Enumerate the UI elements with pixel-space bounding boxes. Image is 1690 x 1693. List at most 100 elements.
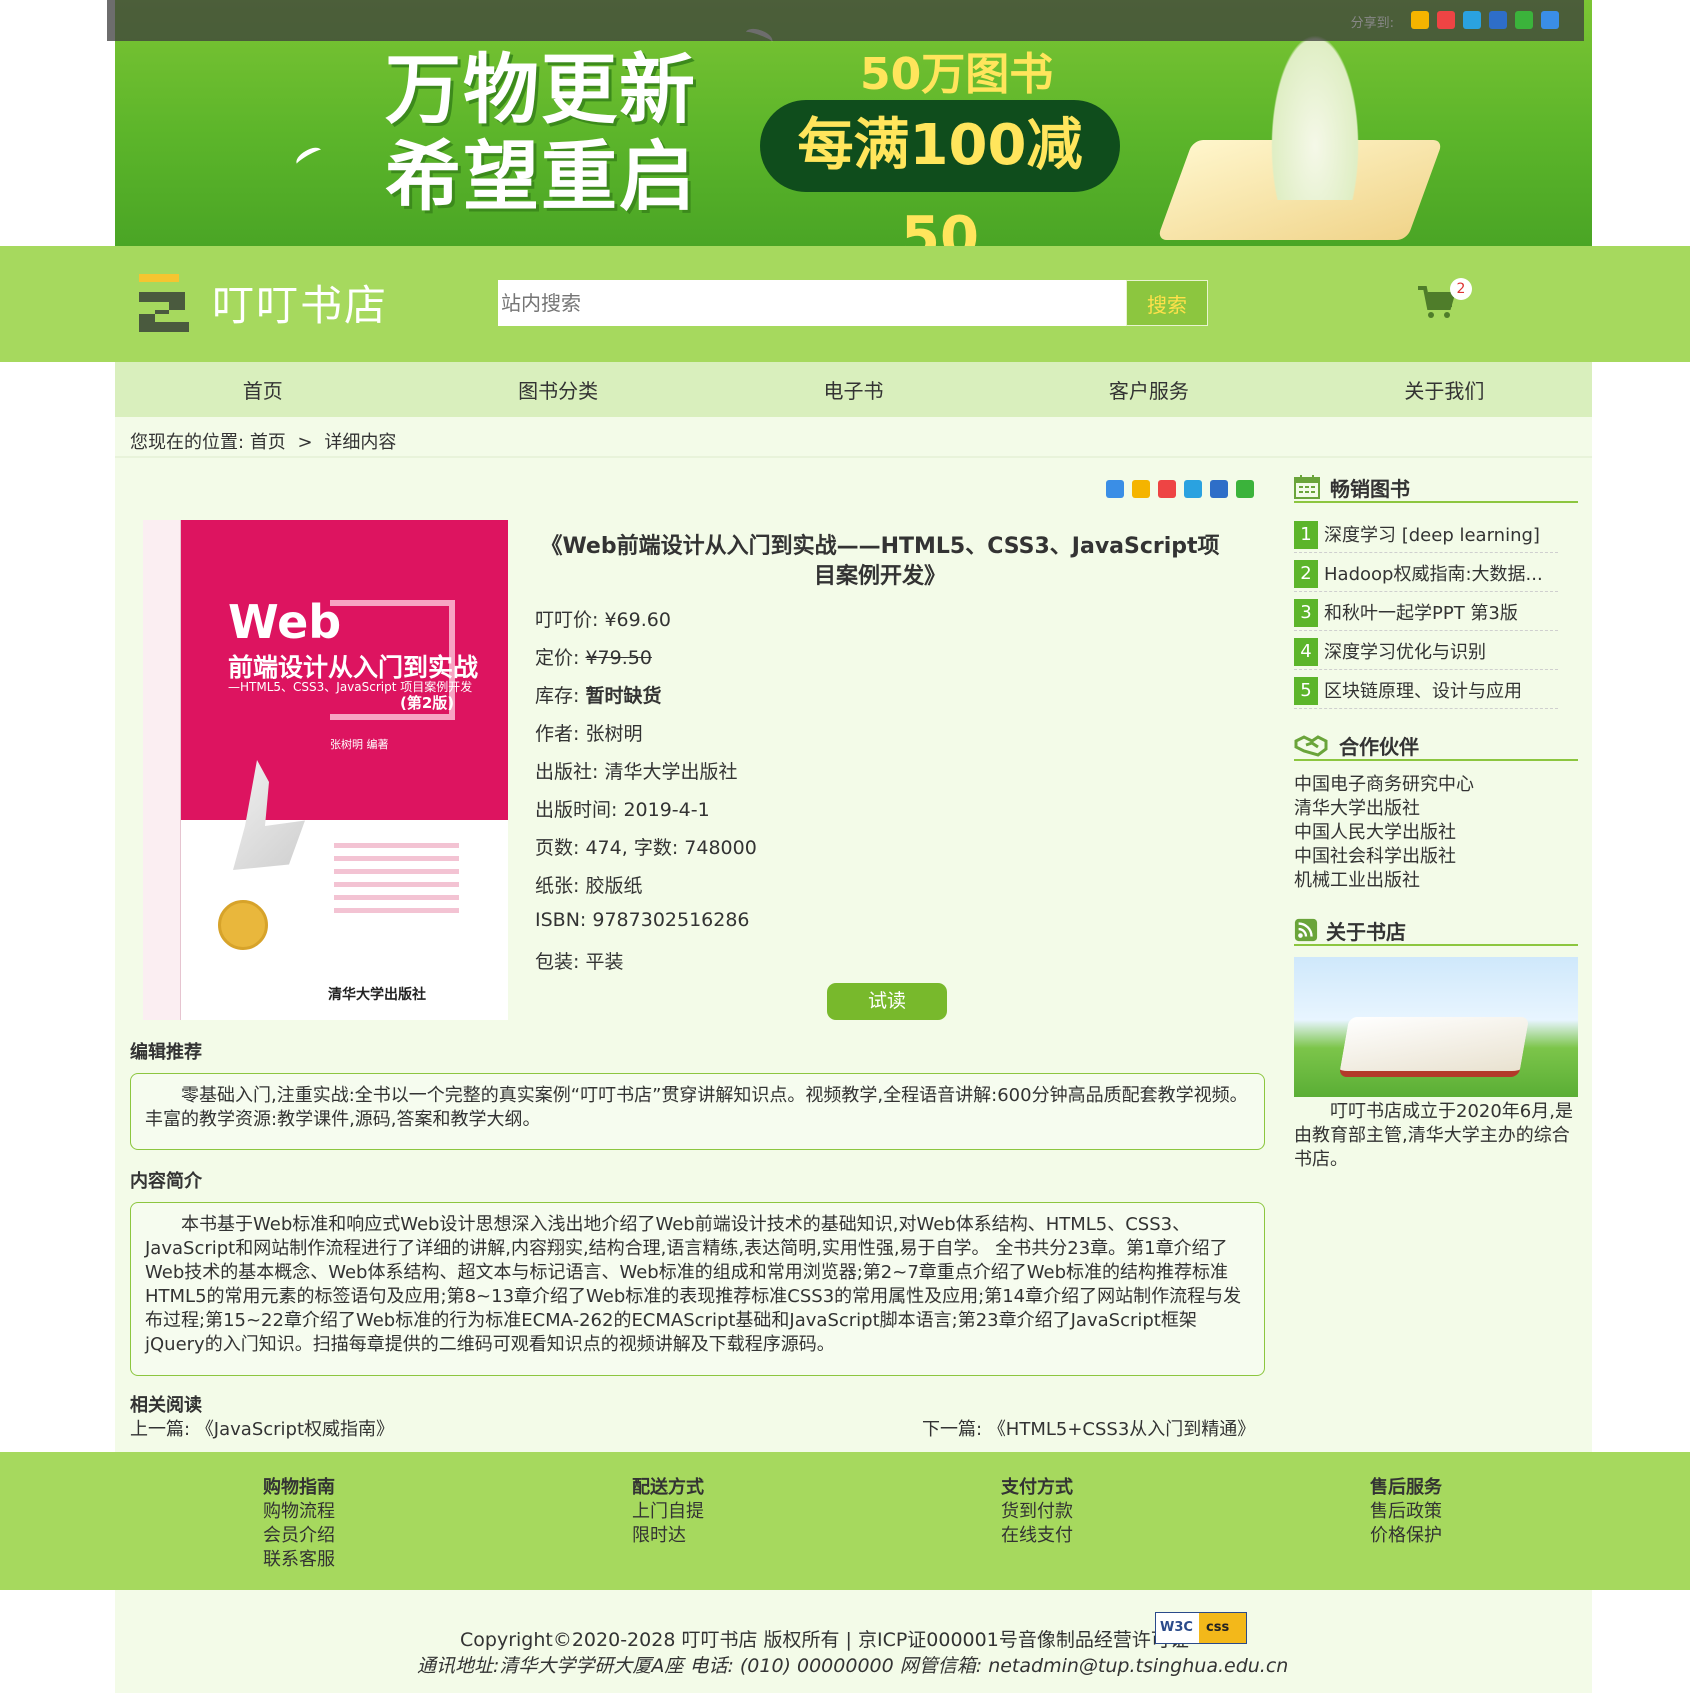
- banner-promo: 每满100减50: [760, 100, 1120, 246]
- logo-icon[interactable]: [135, 270, 193, 336]
- footer-link[interactable]: 价格保护: [1370, 1524, 1442, 1548]
- logo-text[interactable]: 叮叮书店: [212, 272, 388, 333]
- nav-item-service[interactable]: 客户服务: [1001, 362, 1296, 417]
- address-text: 通讯地址:清华大学学研大厦A座 电话: (010) 00000000 网管信箱:…: [417, 1655, 1289, 1677]
- prev-article: 上一篇: 《JavaScript权威指南》: [130, 1415, 394, 1441]
- bestseller-item[interactable]: 2 Hadoop权威指南:大数据...: [1294, 558, 1558, 592]
- banner-title-line2: 希望重启: [385, 132, 697, 221]
- bestsellers-heading: 畅销图书: [1294, 473, 1578, 503]
- footer-link[interactable]: 上门自提: [632, 1500, 704, 1524]
- footer-link[interactable]: 售后政策: [1370, 1500, 1442, 1524]
- about-text: 叮叮书店成立于2020年6月,是由教育部主管,清华大学主办的综合书店。: [1294, 1101, 1573, 1170]
- publisher-label: 出版社:: [535, 761, 599, 783]
- intro-text: 本书基于Web标准和响应式Web设计思想深入浅出地介绍了Web前端设计技术的基础…: [130, 1202, 1265, 1376]
- article-share-icons: [1106, 480, 1254, 498]
- bestseller-title[interactable]: 和秋叶一起学PPT 第3版: [1324, 599, 1518, 625]
- footer-link[interactable]: 在线支付: [1001, 1524, 1073, 1548]
- copyright-text: Copyright©2020-2028 叮叮书店 版权所有 | 京ICP证000…: [460, 1629, 1189, 1651]
- paper-label: 纸张:: [535, 875, 580, 897]
- bestseller-title[interactable]: 深度学习 [deep learning]: [1324, 521, 1540, 547]
- search-input[interactable]: [498, 280, 1126, 326]
- bestseller-item[interactable]: 3 和秋叶一起学PPT 第3版: [1294, 597, 1558, 631]
- book-cover-bullets: [334, 835, 459, 945]
- book-cover-web: Web: [228, 595, 342, 649]
- wechat-share-icon[interactable]: [1515, 11, 1533, 29]
- bird-icon: [293, 143, 325, 171]
- about-heading: 关于书店: [1294, 916, 1578, 946]
- related-heading: 相关阅读: [130, 1395, 202, 1416]
- nav-item-home[interactable]: 首页: [115, 362, 410, 417]
- publisher-row: 出版社: 清华大学出版社: [535, 757, 737, 784]
- footer-link[interactable]: 限时达: [632, 1524, 704, 1548]
- qzone-share-icon[interactable]: [1411, 11, 1429, 29]
- book-cover-spine: [143, 520, 181, 1020]
- bestseller-item[interactable]: 5 区块链原理、设计与应用: [1294, 675, 1558, 709]
- price-row: 叮叮价: ¥69.60: [535, 605, 671, 632]
- nav-item-about[interactable]: 关于我们: [1297, 362, 1592, 417]
- pubdate-row: 出版时间: 2019-4-1: [535, 795, 710, 822]
- qzone-share-icon[interactable]: [1132, 480, 1150, 498]
- paper-value: 胶版纸: [585, 875, 643, 897]
- weibo-share-icon[interactable]: [1158, 480, 1176, 498]
- list-price-label: 定价:: [535, 647, 580, 669]
- isbn-value: 9787302516286: [592, 909, 750, 931]
- next-article: 下一篇: 《HTML5+CSS3从入门到精通》: [922, 1415, 1255, 1441]
- footer-link[interactable]: 会员介绍: [263, 1524, 335, 1548]
- open-book-image: [1338, 1017, 1530, 1077]
- w3c-css-badge[interactable]: W3C css: [1155, 1612, 1247, 1644]
- stock-label: 库存:: [535, 685, 580, 707]
- bookstore-image: [1294, 957, 1578, 1097]
- book-cover-publisher: 清华大学出版社: [328, 987, 426, 1003]
- calendar-icon: [1294, 475, 1320, 499]
- renren-share-icon[interactable]: [1489, 11, 1507, 29]
- publisher-value: 清华大学出版社: [604, 761, 738, 783]
- bestseller-item[interactable]: 4 深度学习优化与识别: [1294, 636, 1558, 670]
- wechat-share-icon[interactable]: [1236, 480, 1254, 498]
- bestseller-title[interactable]: Hadoop权威指南:大数据...: [1324, 560, 1543, 586]
- nav-item-ebooks[interactable]: 电子书: [706, 362, 1001, 417]
- partner-link[interactable]: 中国人民大学出版社: [1294, 821, 1456, 845]
- bestsellers-label: 畅销图书: [1330, 477, 1410, 501]
- footer-column-delivery: 配送方式 上门自提 限时达: [632, 1476, 704, 1548]
- breadcrumb-home[interactable]: 首页: [250, 432, 286, 453]
- footer-heading: 购物指南: [263, 1477, 335, 1498]
- footer-column-payment: 支付方式 货到付款 在线支付: [1001, 1476, 1073, 1548]
- weibo-share-icon[interactable]: [1437, 11, 1455, 29]
- stock-value: 暂时缺货: [585, 685, 662, 707]
- handshake-icon: [1294, 735, 1328, 757]
- stock-row: 库存: 暂时缺货: [535, 681, 661, 708]
- partner-link[interactable]: 机械工业出版社: [1294, 869, 1420, 893]
- footer-link[interactable]: 联系客服: [263, 1548, 335, 1572]
- partner-link[interactable]: 中国社会科学出版社: [1294, 845, 1456, 869]
- author-label: 作者:: [535, 723, 580, 745]
- cart-count-badge: 2: [1450, 278, 1472, 300]
- bestseller-item[interactable]: 1 深度学习 [deep learning]: [1294, 519, 1558, 553]
- tencent-share-icon[interactable]: [1184, 480, 1202, 498]
- tencent-share-icon[interactable]: [1463, 11, 1481, 29]
- next-link[interactable]: 《HTML5+CSS3从入门到精通》: [988, 1419, 1256, 1440]
- footer-heading: 配送方式: [632, 1477, 704, 1498]
- words-label: 字数:: [633, 837, 679, 859]
- bestseller-title[interactable]: 深度学习优化与识别: [1324, 638, 1486, 664]
- book-title: 《Web前端设计从入门到实战——HTML5、CSS3、JavaScript项目案…: [540, 534, 1220, 589]
- pages-value: 474: [585, 837, 622, 859]
- more-share-icon[interactable]: [1541, 11, 1559, 29]
- nav-item-categories[interactable]: 图书分类: [410, 362, 705, 417]
- search-button[interactable]: 搜索: [1126, 280, 1208, 326]
- try-read-button[interactable]: 试读: [827, 983, 947, 1020]
- binding-label: 包装:: [535, 951, 580, 973]
- partner-link[interactable]: 中国电子商务研究中心: [1294, 773, 1474, 797]
- partners-heading: 合作伙伴: [1294, 731, 1578, 761]
- footer-link[interactable]: 货到付款: [1001, 1500, 1073, 1524]
- words-value: 748000: [684, 837, 757, 859]
- more-share-icon[interactable]: [1106, 480, 1124, 498]
- partner-link[interactable]: 清华大学出版社: [1294, 797, 1420, 821]
- bestseller-title[interactable]: 区块链原理、设计与应用: [1324, 677, 1522, 703]
- footer-link[interactable]: 购物流程: [263, 1500, 335, 1524]
- breadcrumb-current: 详细内容: [324, 432, 397, 453]
- prev-link[interactable]: 《JavaScript权威指南》: [196, 1419, 394, 1440]
- intro-heading: 内容简介: [130, 1171, 202, 1192]
- share-label: 分享到:: [1350, 16, 1394, 31]
- renren-share-icon[interactable]: [1210, 480, 1228, 498]
- author-value: 张树明: [585, 723, 643, 745]
